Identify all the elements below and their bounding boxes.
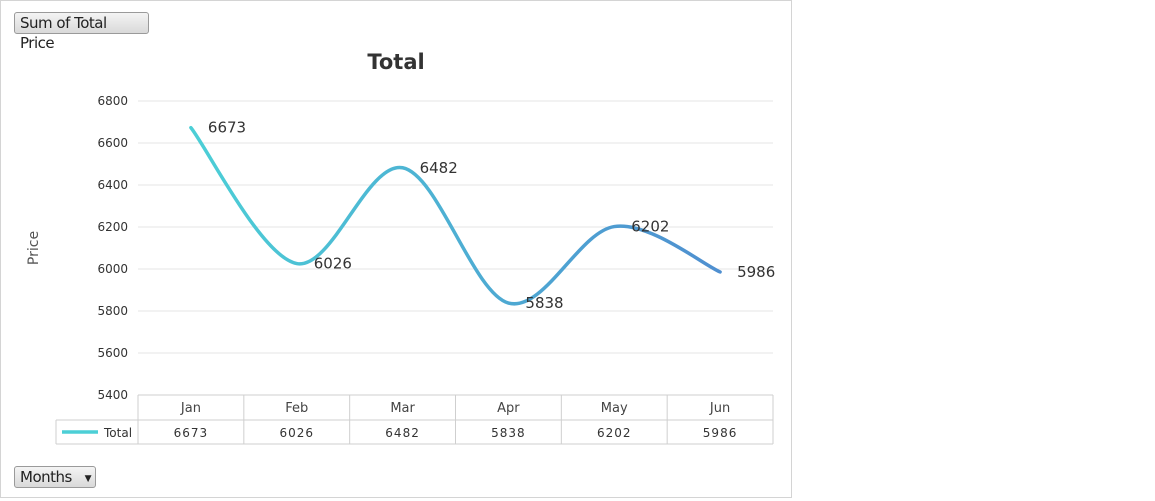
data-table: Jan Feb Mar Apr May Jun 6673 6026 6482 5838 6202 59…	[55, 394, 774, 445]
legend-series-name: Total	[103, 426, 132, 440]
x-tick-label: Mar	[390, 401, 415, 416]
data-labels: 6673 6026 6482 5838 6202 5986	[208, 119, 775, 312]
data-label: 5838	[525, 294, 563, 312]
y-tick-label: 6200	[97, 220, 128, 234]
y-axis-label: Price	[26, 231, 42, 265]
table-value: 5986	[703, 426, 738, 440]
y-tick-label: 5400	[97, 388, 128, 402]
data-label: 6673	[208, 119, 246, 137]
table-value: 6482	[385, 426, 420, 440]
y-tick-label: 6400	[97, 178, 128, 192]
table-value: 6673	[174, 426, 209, 440]
x-tick-label: Jan	[180, 401, 201, 416]
x-tick-label: May	[601, 401, 628, 416]
x-tick-label: Feb	[285, 401, 308, 416]
series-line-total	[189, 125, 722, 306]
gridlines	[138, 100, 773, 354]
x-tick-label: Apr	[497, 401, 520, 416]
series-lines	[189, 125, 722, 306]
table-value: 6202	[597, 426, 632, 440]
table-value: 6026	[279, 426, 314, 440]
x-tick-label: Jun	[709, 401, 730, 416]
y-tick-label: 6600	[97, 136, 128, 150]
y-axis-ticks: 5400 5600 5800 6000 6200 6400 6600 6800	[97, 94, 128, 402]
chart-title: Total	[367, 50, 424, 74]
table-value: 5838	[491, 426, 526, 440]
data-label: 5986	[737, 263, 775, 281]
y-tick-label: 6800	[97, 94, 128, 108]
y-tick-label: 5600	[97, 346, 128, 360]
line-chart: Total Price 5400 5600 5800 6000 6200 6400 6600…	[26, 50, 775, 445]
y-tick-label: 6000	[97, 262, 128, 276]
data-label: 6026	[314, 255, 352, 273]
y-tick-label: 5800	[97, 304, 128, 318]
data-label: 6482	[420, 159, 458, 177]
data-label: 6202	[631, 218, 669, 236]
